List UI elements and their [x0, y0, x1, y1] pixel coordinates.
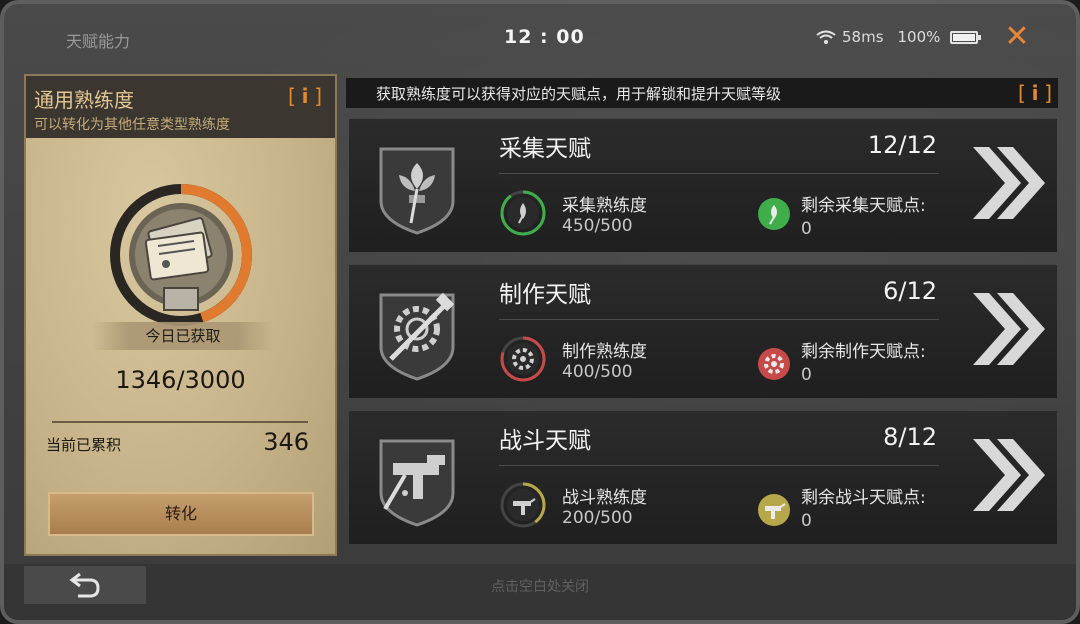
gun-emblem-icon — [379, 439, 455, 527]
talent-level: 6/12 — [883, 277, 937, 305]
panel-subtitle: 可以转化为其他任意类型熟练度 — [34, 117, 230, 133]
today-value: 1346/3000 — [115, 366, 246, 394]
talent-level: 8/12 — [883, 423, 937, 451]
status-area: 58ms 100% — [816, 28, 982, 46]
notice-info-button[interactable]: i — [1018, 81, 1052, 105]
crafting-progress-icon — [500, 336, 546, 382]
card-divider — [499, 319, 939, 320]
remaining-label: 剩余制作天赋点: — [801, 342, 926, 362]
gathering-progress-icon — [500, 190, 546, 236]
remaining-value: 0 — [801, 219, 812, 239]
stat-label: 战斗熟练度 — [562, 488, 647, 508]
today-progress-ring — [110, 184, 252, 326]
chevron-right-icon[interactable] — [967, 287, 1047, 371]
divider — [52, 421, 308, 423]
talent-card-crafting[interactable]: 制作天赋 6/12 制作熟练度 400/500 剩余制作天赋点: 0 — [349, 264, 1057, 398]
info-button[interactable]: i — [288, 84, 322, 108]
stat-value: 200/500 — [562, 508, 633, 528]
close-hint[interactable]: 点击空白处关闭 — [4, 576, 1076, 596]
talent-name: 采集天赋 — [499, 136, 591, 162]
chevron-right-icon[interactable] — [967, 433, 1047, 517]
remaining-gathering-icon — [758, 198, 790, 230]
window-frame: 天赋能力 12 : 00 58ms 100% ✕ 通用熟练度 可以转化为其他任意… — [0, 0, 1080, 624]
leaf-emblem-icon — [379, 147, 455, 235]
clock: 12 : 00 — [504, 26, 585, 48]
remaining-label: 剩余采集天赋点: — [801, 196, 926, 216]
talent-level: 12/12 — [867, 131, 937, 159]
talent-card-combat[interactable]: 战斗天赋 8/12 战斗熟练度 200/500 剩余战斗天赋点: 0 — [349, 410, 1057, 544]
ping-value: 58ms — [842, 28, 884, 46]
remaining-combat-icon — [758, 494, 790, 526]
remaining-crafting-icon — [758, 348, 790, 380]
stat-value: 400/500 — [562, 362, 633, 382]
stat-value: 450/500 — [562, 216, 633, 236]
remaining-value: 0 — [801, 365, 812, 385]
panel-header: 通用熟练度 可以转化为其他任意类型熟练度 i — [26, 76, 335, 138]
convert-button[interactable]: 转化 — [48, 492, 314, 536]
page-title: 天赋能力 — [66, 32, 131, 51]
gear-emblem-icon — [379, 292, 455, 381]
top-bar: 天赋能力 12 : 00 58ms 100% ✕ — [4, 4, 1076, 72]
combat-progress-icon — [500, 482, 546, 528]
talent-card-gathering[interactable]: 采集天赋 12/12 采集熟练度 450/500 剩余采集天赋点: 0 — [349, 118, 1057, 252]
battery-icon — [950, 30, 982, 44]
remaining-value: 0 — [801, 511, 812, 531]
talent-name: 制作天赋 — [499, 282, 591, 308]
close-icon[interactable]: ✕ — [1002, 22, 1032, 52]
chevron-right-icon[interactable] — [967, 141, 1047, 225]
remaining-label: 剩余战斗天赋点: — [801, 488, 926, 508]
wifi-icon — [816, 30, 836, 44]
accumulated-value: 346 — [263, 428, 309, 456]
stat-label: 采集熟练度 — [562, 196, 647, 216]
card-divider — [499, 465, 939, 466]
general-proficiency-panel: 通用熟练度 可以转化为其他任意类型熟练度 i 今日已获取 1346/3000 当… — [24, 74, 337, 556]
panel-title: 通用熟练度 — [34, 88, 134, 112]
today-label: 今日已获取 — [92, 322, 274, 350]
battery-percent: 100% — [897, 28, 941, 46]
notice-text: 获取熟练度可以获得对应的天赋点，用于解锁和提升天赋等级 — [376, 85, 782, 103]
talent-name: 战斗天赋 — [499, 428, 591, 454]
notice-bar: 获取熟练度可以获得对应的天赋点，用于解锁和提升天赋等级 i — [346, 78, 1058, 108]
card-divider — [499, 173, 939, 174]
accumulated-label: 当前已累积 — [46, 436, 122, 454]
stat-label: 制作熟练度 — [562, 342, 647, 362]
